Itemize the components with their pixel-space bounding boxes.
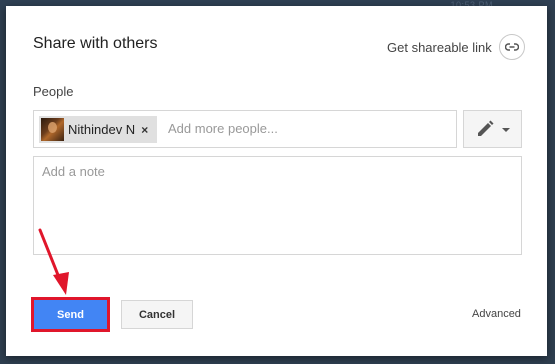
share-dialog: Share with others Get shareable link Peo… (6, 6, 547, 356)
pencil-icon (477, 120, 493, 136)
get-shareable-link-label: Get shareable link (387, 39, 492, 55)
get-shareable-link-button[interactable]: Get shareable link (387, 33, 525, 61)
chevron-down-icon (501, 128, 510, 132)
add-people-placeholder[interactable]: Add more people... (168, 121, 278, 136)
note-placeholder: Add a note (42, 164, 105, 179)
people-label: People (33, 84, 74, 99)
send-button[interactable]: Send (34, 300, 107, 329)
cancel-button[interactable]: Cancel (121, 300, 193, 329)
people-input[interactable]: Nithindev N × Add more people... (33, 110, 457, 148)
permission-dropdown-button[interactable] (463, 110, 522, 148)
link-icon[interactable] (498, 34, 525, 60)
remove-recipient-icon[interactable]: × (141, 123, 148, 137)
note-field[interactable]: Add a note (33, 156, 522, 255)
avatar (41, 118, 64, 141)
recipient-name: Nithindev N (68, 122, 136, 137)
recipient-chip[interactable]: Nithindev N × (39, 116, 157, 143)
dialog-title: Share with others (33, 35, 158, 52)
advanced-link[interactable]: Advanced (472, 308, 521, 320)
